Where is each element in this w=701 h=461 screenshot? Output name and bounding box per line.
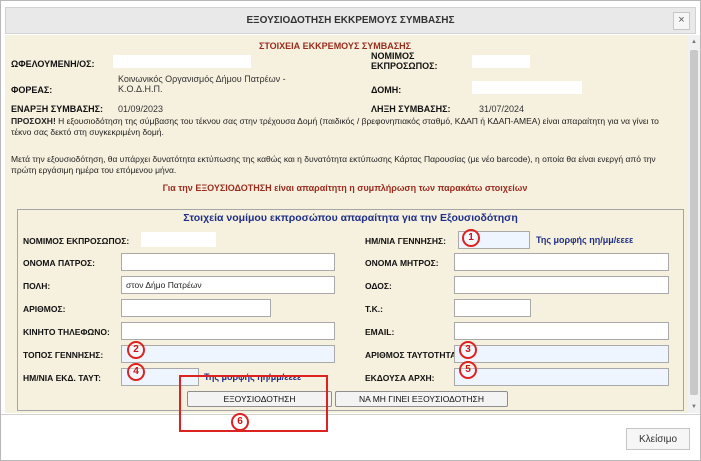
- form-legal-rep-label: ΝΟΜΙΜΟΣ ΕΚΠΡΟΣΩΠΟΣ:: [23, 236, 130, 246]
- street-input[interactable]: [454, 276, 669, 294]
- scrollbar[interactable]: ▲ ▼: [688, 35, 700, 413]
- city-label: ΠΟΛΗ:: [23, 281, 51, 291]
- street-number-input[interactable]: [121, 299, 271, 317]
- structure-value-masked: [472, 81, 582, 94]
- father-name-input[interactable]: [121, 253, 335, 271]
- start-label: ΕΝΑΡΞΗ ΣΥΜΒΑΣΗΣ:: [11, 104, 103, 114]
- mother-label: ΟΝΟΜΑ ΜΗΤΡΟΣ:: [365, 258, 439, 268]
- reject-authorization-button[interactable]: ΝΑ ΜΗ ΓΙΝΕΙ ΕΞΟΥΣΙΟΔΟΤΗΣΗ: [335, 391, 508, 407]
- form-title: Στοιχεία νομίμου εκπροσώπου απαραίτητα γ…: [183, 212, 518, 224]
- attention-text: Η εξουσιοδότηση της σύμβασης του τέκνου …: [11, 116, 659, 137]
- marker-1: 1: [462, 229, 480, 247]
- beneficiary-label: ΩΦΕΛΟΥΜΕΝΗ/ΟΣ:: [11, 59, 95, 69]
- dialog-titlebar: ΕΞΟΥΣΙΟΔΟΤΗΣΗ ΕΚΚΡΕΜΟΥΣ ΣΥΜΒΑΣΗΣ ×: [5, 7, 696, 34]
- section-heading: ΣΤΟΙΧΕΙΑ ΕΚΚΡΕΜΟΥΣ ΣΥΜΒΑΣΗΣ: [258, 41, 412, 51]
- email-label: EMAIL:: [365, 327, 395, 337]
- scroll-up-icon[interactable]: ▲: [691, 39, 697, 45]
- street-label: ΟΔΟΣ:: [365, 281, 392, 291]
- highlight-box: [179, 375, 328, 432]
- birthplace-label: ΤΟΠΟΣ ΓΕΝΝΗΣΗΣ:: [23, 350, 104, 360]
- scrollbar-thumb[interactable]: [690, 50, 698, 395]
- structure-label: ΔΟΜΗ:: [371, 85, 402, 95]
- attention-label: ΠΡΟΣΟΧΗ!: [11, 116, 56, 126]
- postal-code-input[interactable]: [454, 299, 531, 317]
- postal-label: Τ.Κ.:: [365, 304, 383, 314]
- issuer-label: ΕΚΔΟΥΣΑ ΑΡΧΗ:: [365, 373, 435, 383]
- issuer-input[interactable]: [454, 368, 669, 386]
- city-input[interactable]: στον Δήμο Πατρέων: [121, 276, 335, 294]
- mobile-input[interactable]: [121, 322, 335, 340]
- end-value: 31/07/2024: [479, 104, 525, 114]
- body-label: ΦΟΡΕΑΣ:: [11, 85, 53, 95]
- form-legal-rep-value-masked: [141, 232, 216, 247]
- close-button[interactable]: Κλείσιμο: [626, 428, 690, 450]
- id-number-label: ΑΡΙΘΜΟΣ ΤΑΥΤΟΤΗΤΑΣ:: [365, 350, 465, 360]
- birthplace-input[interactable]: [121, 345, 335, 363]
- legal-rep-value-masked: [472, 55, 530, 68]
- marker-3: 3: [459, 341, 477, 359]
- marker-2: 2: [127, 341, 145, 359]
- footer-divider: [1, 414, 700, 415]
- legal-rep-form: Στοιχεία νομίμου εκπροσώπου απαραίτητα γ…: [17, 209, 684, 411]
- father-label: ΟΝΟΜΑ ΠΑΤΡΟΣ:: [23, 258, 95, 268]
- id-number-input[interactable]: [454, 345, 669, 363]
- attention-notice: ΠΡΟΣΟΧΗ! Η εξουσιοδότηση της σύμβασης το…: [11, 116, 676, 138]
- close-icon[interactable]: ×: [673, 12, 690, 30]
- dialog-title: ΕΞΟΥΣΙΟΔΟΤΗΣΗ ΕΚΚΡΕΜΟΥΣ ΣΥΜΒΑΣΗΣ: [246, 15, 455, 26]
- id-date-label: ΗΜ/ΝΙΑ ΕΚΔ. ΤΑΥΤ:: [23, 373, 101, 383]
- email-input[interactable]: [454, 322, 669, 340]
- body-value: Κοινωνικός Οργανισμός Δήμου Πατρέων - Κ.…: [118, 74, 286, 94]
- mobile-label: ΚΙΝΗΤΟ ΤΗΛΕΦΩΝΟ:: [23, 327, 110, 337]
- marker-4: 4: [127, 363, 145, 381]
- number-label: ΑΡΙΘΜΟΣ:: [23, 304, 66, 314]
- required-heading: Για την ΕΞΟΥΣΙΟΔΟΤΗΣΗ είναι απαραίτητη η…: [162, 183, 528, 193]
- beneficiary-value-masked: [113, 55, 251, 68]
- birthdate-hint: Της μορφής ηη/μμ/εεεε: [536, 235, 634, 245]
- authorization-dialog: ΕΞΟΥΣΙΟΔΟΤΗΣΗ ΕΚΚΡΕΜΟΥΣ ΣΥΜΒΑΣΗΣ × ΣΤΟΙΧ…: [0, 0, 701, 461]
- marker-5: 5: [459, 361, 477, 379]
- scroll-down-icon[interactable]: ▼: [691, 404, 697, 410]
- start-value: 01/09/2023: [118, 104, 164, 114]
- marker-6: 6: [231, 413, 249, 431]
- legal-rep-label: ΝΟΜΙΜΟΣ ΕΚΠΡΟΣΩΠΟΣ:: [371, 51, 438, 71]
- mother-name-input[interactable]: [454, 253, 669, 271]
- info-text: Μετά την εξουσιοδότηση, θα υπάρχει δυνατ…: [11, 154, 656, 175]
- dialog-content: ΣΤΟΙΧΕΙΑ ΕΚΚΡΕΜΟΥΣ ΣΥΜΒΑΣΗΣ ΩΦΕΛΟΥΜΕΝΗ/Ο…: [5, 35, 688, 413]
- end-label: ΛΗΞΗ ΣΥΜΒΑΣΗΣ:: [371, 104, 451, 114]
- birthdate-label: ΗΜ/ΝΙΑ ΓΕΝΝΗΣΗΣ:: [365, 236, 446, 246]
